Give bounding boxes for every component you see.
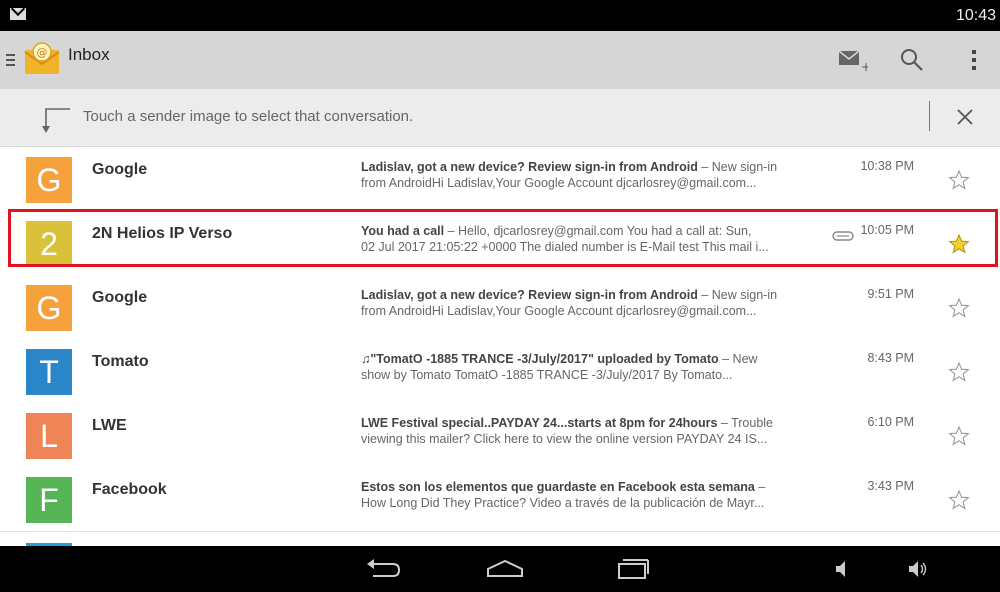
message-subject: ♫"TomatO -1885 TRANCE -3/July/2017" uplo…: [361, 352, 719, 366]
drawer-menu-icon[interactable]: [6, 54, 15, 69]
message-subject: You had a call: [361, 224, 445, 238]
recent-apps-button[interactable]: [603, 552, 663, 586]
sender-name: Facebook: [92, 481, 167, 498]
sender-name: Google: [92, 289, 148, 306]
sender-name: Google: [92, 161, 148, 178]
message-row[interactable]: T Tomato ♫"TomatO -1885 TRANCE -3/July/2…: [0, 339, 1000, 404]
message-row[interactable]: L LWE LWE Festival special..PAYDAY 24...…: [0, 403, 1000, 468]
message-snippet: ♫"TomatO -1885 TRANCE -3/July/2017" uplo…: [361, 351, 801, 383]
message-preview-line1: – New: [718, 352, 758, 366]
message-preview-line2: show by Tomato TomatO -1885 TRANCE -3/Ju…: [361, 368, 733, 382]
svg-text:+: +: [861, 60, 868, 73]
sender-avatar[interactable]: 2: [26, 221, 72, 267]
star-icon[interactable]: [948, 169, 970, 191]
sender-avatar[interactable]: G: [26, 285, 72, 331]
message-row[interactable]: F Facebook Estos son los elementos que g…: [0, 467, 1000, 532]
mail-notification-icon: [10, 8, 26, 20]
message-preview-line2: from AndroidHi Ladislav,Your Google Acco…: [361, 176, 757, 190]
corner-arrow-icon: [38, 108, 72, 139]
message-snippet: Ladislav, got a new device? Review sign-…: [361, 287, 801, 319]
search-icon[interactable]: [892, 40, 932, 80]
volume-up-button[interactable]: [888, 552, 948, 586]
message-preview-line2: 02 Jul 2017 21:05:22 +0000 The dialed nu…: [361, 240, 769, 254]
compose-mail-icon[interactable]: +: [832, 40, 872, 80]
svg-text:@: @: [37, 46, 48, 59]
message-time: 3:43 PM: [867, 479, 914, 493]
back-button[interactable]: [353, 552, 413, 586]
selection-hint-bar: Touch a sender image to select that conv…: [0, 89, 1000, 147]
message-time: 8:43 PM: [867, 351, 914, 365]
attachment-icon: [832, 228, 854, 246]
star-icon[interactable]: [948, 297, 970, 319]
message-subject: LWE Festival special..PAYDAY 24...starts…: [361, 416, 718, 430]
overflow-menu-icon[interactable]: [954, 40, 994, 80]
message-subject: Ladislav, got a new device? Review sign-…: [361, 160, 698, 174]
sender-name: LWE: [92, 417, 127, 434]
hint-text: Touch a sender image to select that conv…: [83, 108, 414, 125]
message-snippet: LWE Festival special..PAYDAY 24...starts…: [361, 415, 801, 447]
message-time: 6:10 PM: [867, 415, 914, 429]
message-time: 9:51 PM: [867, 287, 914, 301]
clock: 10:43: [955, 7, 996, 24]
volume-down-button[interactable]: [812, 552, 872, 586]
message-time: 10:38 PM: [860, 159, 914, 173]
message-preview-line1: – Trouble: [717, 416, 773, 430]
close-hint-button[interactable]: [950, 102, 980, 132]
sender-avatar[interactable]: F: [26, 477, 72, 523]
star-icon[interactable]: [948, 425, 970, 447]
sender-name: 2N Helios IP Verso: [92, 225, 233, 242]
message-row[interactable]: G Google Ladislav, got a new device? Rev…: [0, 275, 1000, 340]
email-app-icon[interactable]: @: [22, 40, 62, 80]
navigation-bar: [0, 546, 1000, 592]
sender-avatar[interactable]: G: [26, 157, 72, 203]
message-time: 10:05 PM: [860, 223, 914, 237]
message-preview-line2: from AndroidHi Ladislav,Your Google Acco…: [361, 304, 757, 318]
message-subject: Estos son los elementos que guardaste en…: [361, 480, 755, 494]
message-row[interactable]: 2 2N Helios IP Verso You had a call – He…: [0, 211, 1000, 276]
sender-avatar[interactable]: L: [26, 413, 72, 459]
message-preview-line1: – New sign-in: [697, 288, 778, 302]
page-title: Inbox: [68, 45, 110, 64]
message-preview-line2: How Long Did They Practice? Video a trav…: [361, 496, 765, 510]
home-button[interactable]: [475, 552, 535, 586]
message-preview-line1: – New sign-in: [697, 160, 778, 174]
message-row[interactable]: G Google Ladislav, got a new device? Rev…: [0, 147, 1000, 212]
message-preview-line1: –: [754, 480, 766, 494]
message-snippet: Estos son los elementos que guardaste en…: [361, 479, 801, 511]
star-icon[interactable]: [948, 489, 970, 511]
star-icon[interactable]: [948, 361, 970, 383]
status-bar: 10:43: [0, 0, 1000, 31]
message-preview-line2: viewing this mailer? Click here to view …: [361, 432, 768, 446]
sender-name: Tomato: [92, 353, 149, 370]
message-snippet: You had a call – Hello, djcarlosrey@gmai…: [361, 223, 801, 255]
message-snippet: Ladislav, got a new device? Review sign-…: [361, 159, 801, 191]
sender-avatar[interactable]: T: [26, 349, 72, 395]
message-subject: Ladislav, got a new device? Review sign-…: [361, 288, 698, 302]
divider: [929, 101, 930, 131]
message-preview-line1: – Hello, djcarlosrey@gmail.com You had a…: [444, 224, 752, 238]
star-icon[interactable]: [948, 233, 970, 255]
